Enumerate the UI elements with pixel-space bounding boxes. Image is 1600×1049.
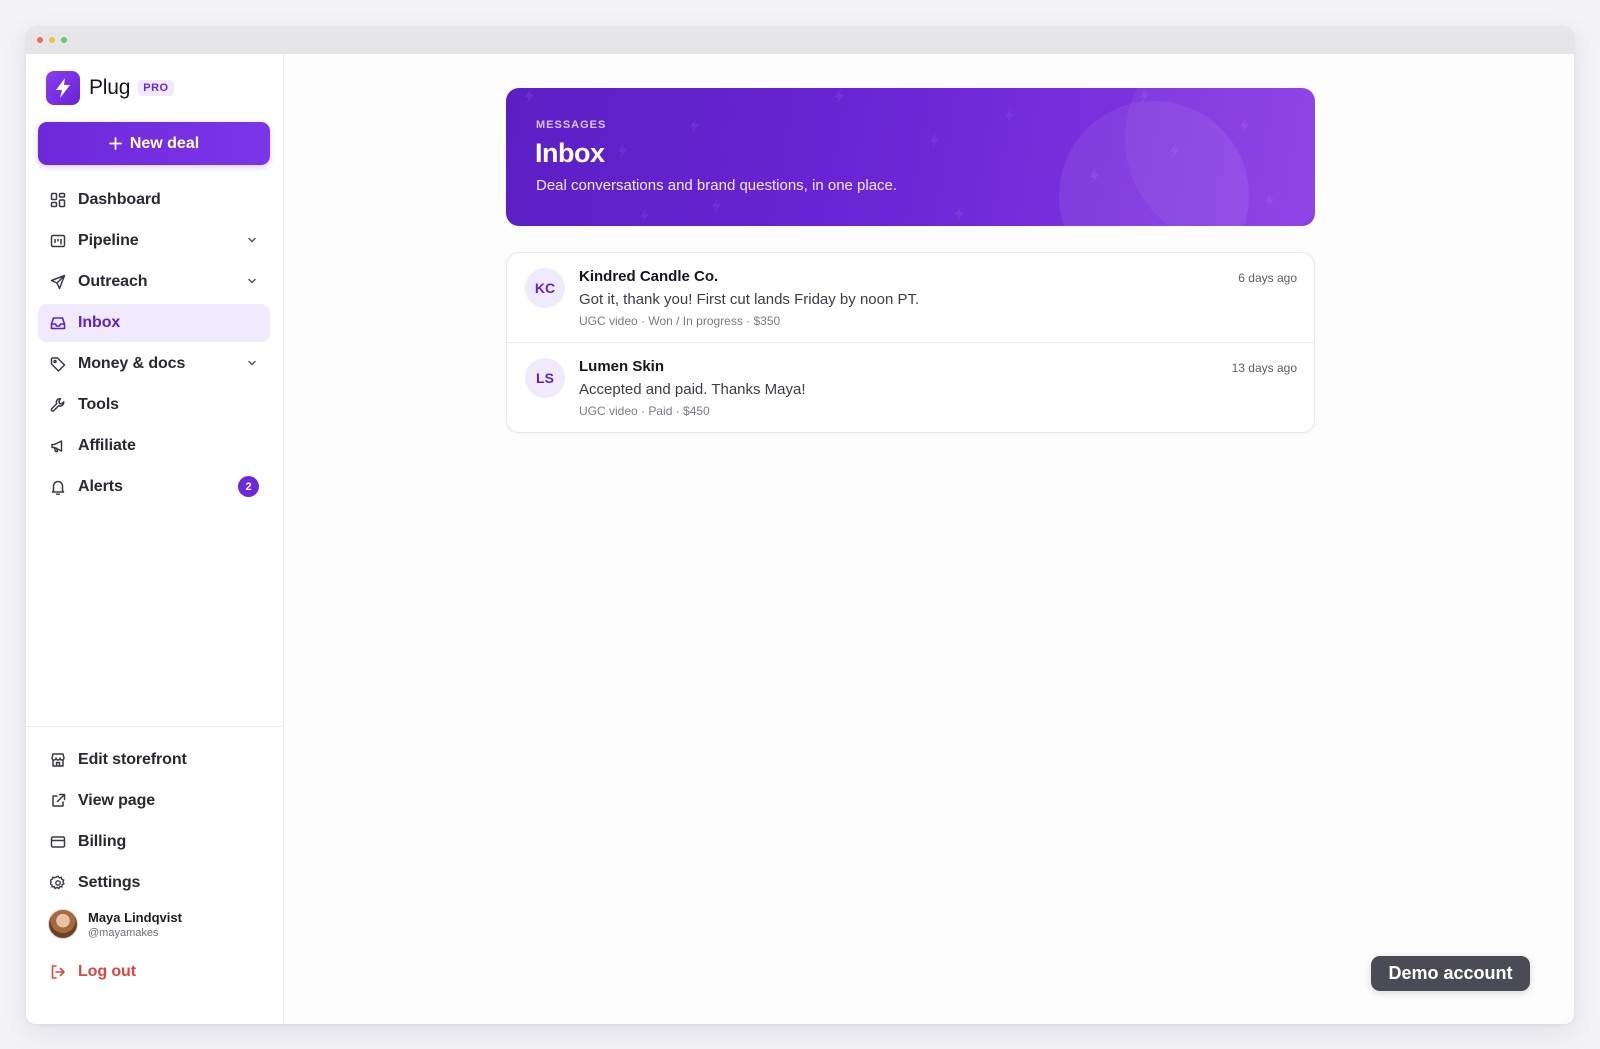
conversation-list: KC Kindred Candle Co. Got it, thank you!…: [506, 252, 1315, 433]
bolt-pattern-icon: [525, 88, 1274, 223]
new-deal-button[interactable]: New deal: [38, 122, 270, 165]
pipeline-icon: [49, 232, 67, 250]
sidebar-item-label: Dashboard: [78, 191, 161, 208]
close-window-dot[interactable]: [37, 37, 43, 43]
brand[interactable]: Plug PRO: [46, 71, 174, 105]
sidebar-item-tools[interactable]: Tools: [38, 386, 270, 424]
sidebar-item-view-page[interactable]: View page: [38, 782, 270, 820]
plan-badge: PRO: [138, 80, 174, 96]
gear-icon: [49, 874, 67, 892]
brand-name: Plug: [89, 76, 131, 99]
sidebar-item-label: Affiliate: [78, 437, 136, 454]
credit-card-icon: [49, 833, 67, 851]
page-subtitle: Deal conversations and brand questions, …: [536, 177, 898, 194]
chevron-down-icon[interactable]: [246, 234, 258, 246]
sidebar-item-billing[interactable]: Billing: [38, 823, 270, 861]
plus-icon: [108, 137, 122, 150]
sidebar-item-alerts[interactable]: Alerts 2: [38, 468, 270, 506]
sidebar-item-label: Alerts: [78, 478, 123, 495]
bolt-logo-icon: [46, 71, 80, 105]
storefront-icon: [49, 751, 67, 769]
conversation-row[interactable]: KC Kindred Candle Co. Got it, thank you!…: [507, 253, 1314, 343]
inbox-hero-banner: MESSAGES Inbox Deal conversations and br…: [506, 88, 1315, 226]
main-content: MESSAGES Inbox Deal conversations and br…: [285, 54, 1574, 1024]
sidebar-item-label: Pipeline: [78, 232, 139, 249]
hero-kicker: MESSAGES: [536, 119, 607, 131]
sidebar-item-pipeline[interactable]: Pipeline: [38, 222, 270, 260]
sidebar-item-settings[interactable]: Settings: [38, 864, 270, 902]
sidebar-item-label: Money & docs: [78, 355, 186, 372]
sidebar-item-label: Edit storefront: [78, 751, 187, 768]
conversation-meta: UGC video · Won / In progress · $350: [579, 314, 781, 328]
conversation-avatar: KC: [525, 268, 565, 308]
conversation-name: Lumen Skin: [579, 358, 665, 375]
sidebar-item-label: Settings: [78, 874, 141, 891]
secondary-nav: Edit storefront View page Billing Settin…: [38, 741, 270, 905]
sidebar-item-outreach[interactable]: Outreach: [38, 263, 270, 301]
sidebar-item-edit-storefront[interactable]: Edit storefront: [38, 741, 270, 779]
sidebar-item-label: Billing: [78, 833, 127, 850]
conversation-name: Kindred Candle Co.: [579, 268, 719, 285]
main-nav: Dashboard Pipeline Outreach Inbox Money …: [38, 181, 270, 509]
sidebar-item-label: Outreach: [78, 273, 148, 290]
sidebar-item-affiliate[interactable]: Affiliate: [38, 427, 270, 465]
page-title: Inbox: [535, 138, 605, 168]
sidebar: Plug PRO New deal Dashboard Pipeline Out…: [26, 54, 284, 1024]
megaphone-icon: [49, 437, 67, 455]
sidebar-item-label: Inbox: [78, 314, 121, 331]
tag-icon: [49, 355, 67, 373]
conversation-time: 13 days ago: [1231, 361, 1297, 375]
logout-icon: [49, 963, 67, 981]
avatar: [48, 909, 78, 939]
conversation-meta: UGC video · Paid · $450: [579, 404, 710, 418]
sidebar-item-label: Tools: [78, 396, 119, 413]
chevron-down-icon[interactable]: [246, 357, 258, 369]
chevron-down-icon[interactable]: [246, 275, 258, 287]
external-link-icon: [49, 792, 67, 810]
minimize-window-dot[interactable]: [49, 37, 55, 43]
maximize-window-dot[interactable]: [61, 37, 67, 43]
send-icon: [49, 273, 67, 291]
sidebar-item-label: View page: [78, 792, 156, 809]
bell-icon: [49, 478, 67, 496]
conversation-avatar: LS: [525, 358, 565, 398]
grid-icon: [49, 191, 67, 209]
app-window: Plug PRO New deal Dashboard Pipeline Out…: [26, 26, 1574, 1024]
logout-label: Log out: [78, 963, 136, 980]
wrench-icon: [49, 396, 67, 414]
sidebar-item-dashboard[interactable]: Dashboard: [38, 181, 270, 219]
demo-account-badge[interactable]: Demo account: [1371, 956, 1530, 991]
new-deal-label: New deal: [129, 134, 200, 152]
user-handle: @mayamakes: [88, 926, 159, 939]
inbox-icon: [49, 314, 67, 332]
sidebar-item-inbox[interactable]: Inbox: [38, 304, 270, 342]
logout-button[interactable]: Log out: [38, 953, 270, 991]
conversation-preview: Accepted and paid. Thanks Maya!: [579, 381, 806, 398]
sidebar-item-money-docs[interactable]: Money & docs: [38, 345, 270, 383]
conversation-preview: Got it, thank you! First cut lands Frida…: [579, 291, 920, 308]
conversation-row[interactable]: LS Lumen Skin Accepted and paid. Thanks …: [507, 343, 1314, 432]
conversation-time: 6 days ago: [1238, 271, 1297, 285]
alerts-count-badge: 2: [238, 476, 259, 497]
window-titlebar: [26, 26, 1574, 54]
user-profile[interactable]: Maya Lindqvist @mayamakes: [48, 909, 182, 939]
sidebar-divider: [26, 726, 283, 727]
user-name: Maya Lindqvist: [88, 909, 182, 925]
